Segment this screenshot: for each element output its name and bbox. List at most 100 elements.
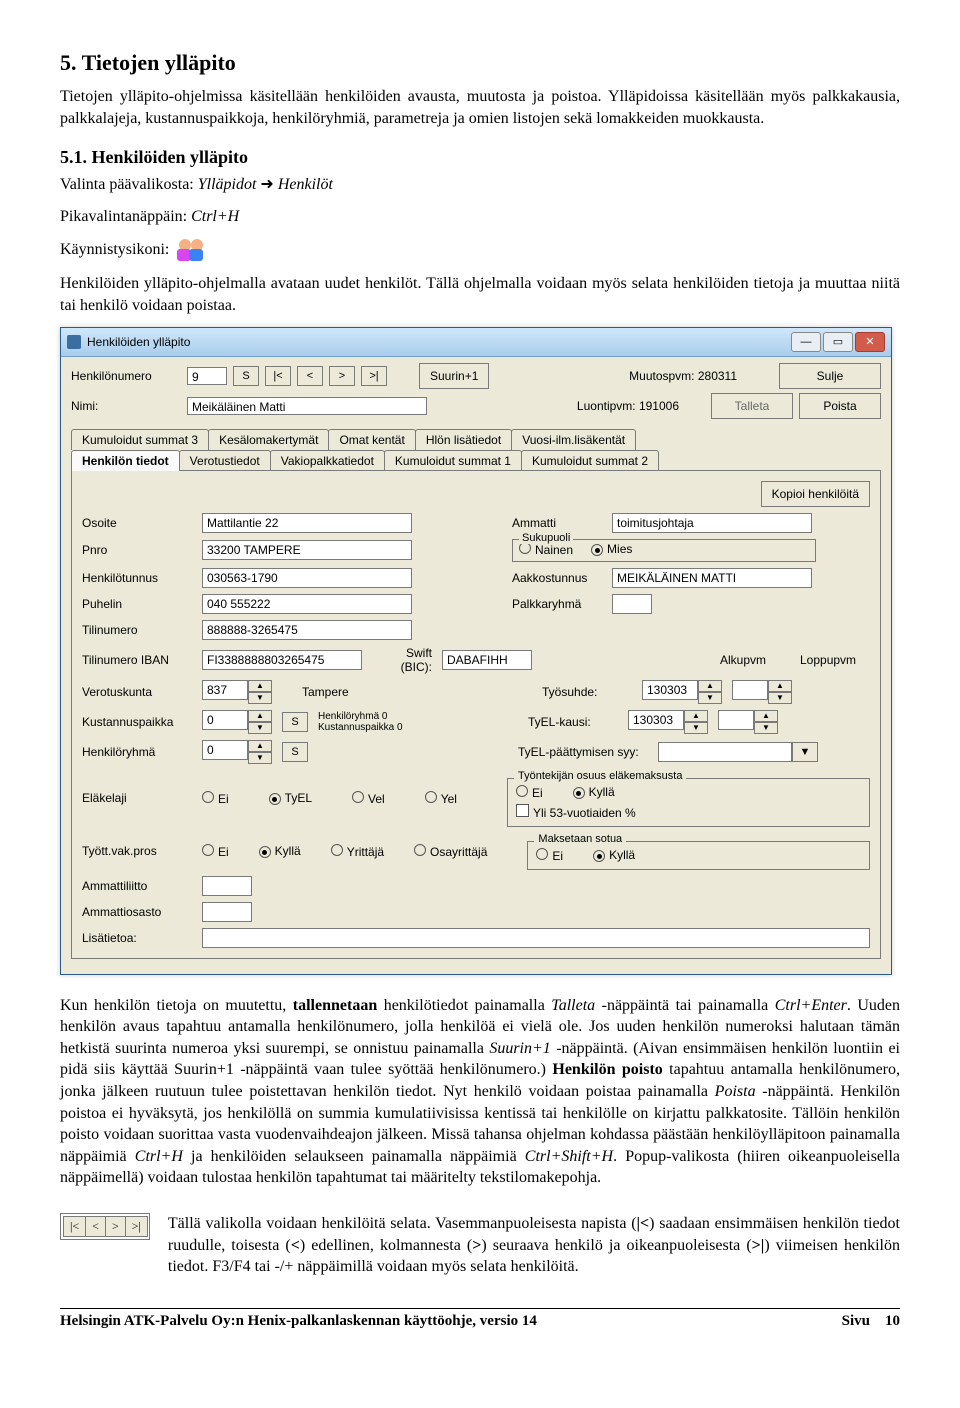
app-icon bbox=[67, 335, 81, 349]
input-tyosuhde-loppu[interactable]: ▲▼ bbox=[732, 680, 792, 704]
label-pnro: Pnro bbox=[82, 543, 192, 557]
label-swift: Swift (BIC): bbox=[372, 646, 432, 674]
input-lisatietoa[interactable] bbox=[202, 928, 870, 948]
input-tyosuhde[interactable]: 130303 ▲▼ bbox=[642, 680, 722, 704]
nav-strip-first[interactable]: |< bbox=[63, 1216, 86, 1237]
after-paragraph-1: Kun henkilön tietoja on muutettu, tallen… bbox=[60, 995, 900, 1189]
minimize-button[interactable]: — bbox=[791, 332, 821, 352]
titlebar: Henkilöiden ylläpito — ▭ ✕ bbox=[61, 328, 891, 357]
tab-vuosi-ilm[interactable]: Vuosi-ilm.lisäkentät bbox=[511, 429, 636, 450]
nav-prev-button[interactable]: < bbox=[297, 366, 323, 386]
input-verotuskunta[interactable]: 837 ▲▼ bbox=[202, 680, 272, 704]
radio-elake-yel[interactable]: Yel bbox=[425, 791, 457, 806]
radio-tyontosuus-ei[interactable]: Ei bbox=[516, 785, 543, 800]
input-iban[interactable]: FI3388888803265475 bbox=[202, 650, 362, 670]
radio-maksetaan-ei[interactable]: Ei bbox=[536, 848, 563, 863]
input-henkilotunnus[interactable]: 030563-1790 bbox=[202, 568, 412, 588]
group-sukupuoli: Sukupuoli Nainen Mies bbox=[512, 539, 816, 562]
label-aakkostunnus: Aakkostunnus bbox=[512, 571, 602, 585]
label-palkkaryhma: Palkkaryhmä bbox=[512, 597, 602, 611]
kopioi-button[interactable]: Kopioi henkilöitä bbox=[761, 481, 870, 507]
label-osoite: Osoite bbox=[82, 516, 192, 530]
label-henkilonumero: Henkilönumero bbox=[71, 369, 181, 383]
nav-strip-next[interactable]: > bbox=[105, 1216, 126, 1237]
tab-omat-kentat[interactable]: Omat kentät bbox=[328, 429, 415, 450]
radio-tvak-osayrittaja[interactable]: Osayrittäjä bbox=[414, 844, 487, 859]
talleta-button[interactable]: Talleta bbox=[711, 393, 793, 419]
input-aakkostunnus[interactable]: MEIKÄLÄINEN MATTI bbox=[612, 568, 812, 588]
nav-first-button[interactable]: |< bbox=[265, 366, 291, 386]
radio-elake-ei[interactable]: Ei bbox=[202, 791, 229, 806]
input-kustannuspaikka[interactable]: 0 ▲▼ bbox=[202, 710, 272, 734]
label-tyosuhde: Työsuhde: bbox=[542, 685, 632, 699]
footer-right: Sivu 10 bbox=[842, 1313, 900, 1330]
tab-kumuloidut-2[interactable]: Kumuloidut summat 2 bbox=[521, 450, 659, 471]
input-nimi[interactable]: Meikäläinen Matti bbox=[187, 397, 427, 415]
menu-path: Valinta päävalikosta: Ylläpidot ➜ Henkil… bbox=[60, 174, 900, 196]
nav-last-button[interactable]: >| bbox=[361, 366, 387, 386]
label-henkilotunnus: Henkilötunnus bbox=[82, 571, 192, 585]
radio-elake-tyel[interactable]: TyEL bbox=[269, 791, 312, 806]
radio-tyontosuus-kylla[interactable]: Kyllä bbox=[573, 785, 615, 800]
input-osoite[interactable]: Mattilantie 22 bbox=[202, 513, 412, 533]
tab-kumuloidut-1[interactable]: Kumuloidut summat 1 bbox=[384, 450, 522, 471]
input-palkkaryhma[interactable] bbox=[612, 594, 652, 614]
tab-kesalomakertymat[interactable]: Kesälomakertymät bbox=[208, 429, 329, 450]
nav-strip-last[interactable]: >| bbox=[125, 1216, 148, 1237]
intro-paragraph: Tietojen ylläpito-ohjelmissa käsitellään… bbox=[60, 86, 900, 129]
search-kustannus-button[interactable]: S bbox=[282, 712, 308, 732]
poista-button[interactable]: Poista bbox=[799, 393, 881, 419]
close-button[interactable]: ✕ bbox=[855, 332, 885, 352]
window-title: Henkilöiden ylläpito bbox=[87, 335, 791, 349]
input-tyelkausi-loppu[interactable]: ▲▼ bbox=[718, 710, 778, 734]
input-pnro[interactable]: 33200 TAMPERE bbox=[202, 540, 412, 560]
label-ammattiliitto: Ammattiliitto bbox=[82, 879, 192, 893]
input-ammattiliitto[interactable] bbox=[202, 876, 252, 896]
footer-divider bbox=[60, 1308, 900, 1309]
label-tilinumero: Tilinumero bbox=[82, 623, 192, 637]
input-henkiloryhma[interactable]: 0 ▲▼ bbox=[202, 740, 272, 764]
nav-next-button[interactable]: > bbox=[329, 366, 355, 386]
label-ammatti: Ammatti bbox=[512, 516, 602, 530]
tab-vakiopalkkatiedot[interactable]: Vakiopalkkatiedot bbox=[270, 450, 385, 471]
description-paragraph: Henkilöiden ylläpito-ohjelmalla avataan … bbox=[60, 273, 900, 316]
search-button[interactable]: S bbox=[233, 366, 259, 386]
label-iban: Tilinumero IBAN bbox=[82, 653, 192, 667]
search-henkryhma-button[interactable]: S bbox=[282, 742, 308, 762]
tab-verotustiedot[interactable]: Verotustiedot bbox=[179, 450, 271, 471]
checkbox-yli53[interactable]: Yli 53-vuotiaiden % bbox=[516, 804, 861, 820]
tab-kumuloidut-3[interactable]: Kumuloidut summat 3 bbox=[71, 429, 209, 450]
tab-henkilon-tiedot[interactable]: Henkilön tiedot bbox=[71, 450, 180, 471]
maximize-button[interactable]: ▭ bbox=[823, 332, 853, 352]
nav-strip-prev[interactable]: < bbox=[85, 1216, 106, 1237]
input-ammattiosasto[interactable] bbox=[202, 902, 252, 922]
radio-mies[interactable]: Mies bbox=[591, 542, 632, 557]
input-puhelin[interactable]: 040 555222 bbox=[202, 594, 412, 614]
radio-tvak-ei[interactable]: Ei bbox=[202, 844, 229, 859]
label-elakelaji: Eläkelaji bbox=[82, 791, 192, 805]
radio-maksetaan-kylla[interactable]: Kyllä bbox=[593, 848, 635, 863]
label-kustannuspaikka: Kustannuspaikka bbox=[82, 715, 192, 729]
input-tyelkausi[interactable]: 130303 ▲▼ bbox=[628, 710, 708, 734]
tab-hlon-lisatiedot[interactable]: Hlön lisätiedot bbox=[415, 429, 512, 450]
label-luontipvm: Luontipvm: 191006 bbox=[577, 399, 679, 413]
footer-left: Helsingin ATK-Palvelu Oy:n Henix-palkanl… bbox=[60, 1313, 537, 1330]
label-tyelkausi: TyEL-kausi: bbox=[528, 715, 618, 729]
radio-tvak-kylla[interactable]: Kyllä bbox=[259, 844, 301, 859]
label-nimi: Nimi: bbox=[71, 399, 181, 413]
dropdown-tyelpaatt[interactable]: ▼ bbox=[658, 742, 818, 762]
radio-tvak-yrittaja[interactable]: Yrittäjä bbox=[331, 844, 384, 859]
label-lisatietoa: Lisätietoa: bbox=[82, 931, 192, 945]
sulje-button[interactable]: Sulje bbox=[779, 363, 881, 389]
input-swift[interactable]: DABAFIHH bbox=[442, 650, 532, 670]
suurin-button[interactable]: Suurin+1 bbox=[419, 363, 489, 389]
input-henkilonumero[interactable]: 9 bbox=[187, 367, 227, 385]
radio-nainen[interactable]: Nainen bbox=[519, 542, 573, 557]
tab-content: Kopioi henkilöitä Osoite Mattilantie 22 … bbox=[71, 470, 881, 959]
label-alkupvm: Alkupvm bbox=[720, 653, 790, 667]
input-tilinumero[interactable]: 888888-3265475 bbox=[202, 620, 412, 640]
radio-elake-vel[interactable]: Vel bbox=[352, 791, 385, 806]
input-ammatti[interactable]: toimitusjohtaja bbox=[612, 513, 812, 533]
footer: Helsingin ATK-Palvelu Oy:n Henix-palkanl… bbox=[60, 1313, 900, 1330]
label-puhelin: Puhelin bbox=[82, 597, 192, 611]
